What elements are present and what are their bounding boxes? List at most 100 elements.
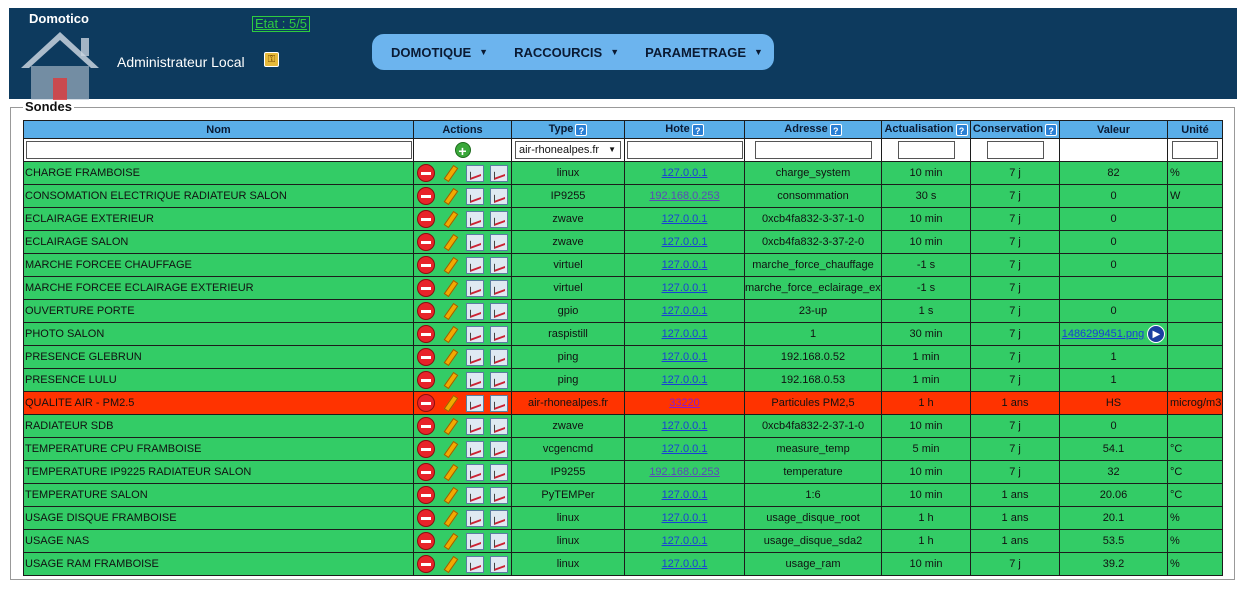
chart-icon[interactable] bbox=[465, 532, 484, 550]
chart-icon[interactable] bbox=[489, 233, 508, 251]
hote-link[interactable]: 127.0.0.1 bbox=[662, 259, 708, 271]
edit-icon[interactable] bbox=[441, 233, 459, 251]
chart-icon[interactable] bbox=[465, 325, 484, 343]
hote-link[interactable]: 127.0.0.1 bbox=[662, 374, 708, 386]
chart-icon[interactable] bbox=[489, 325, 508, 343]
nav-domotique[interactable]: DOMOTIQUE ▼ bbox=[372, 45, 488, 60]
edit-icon[interactable] bbox=[441, 256, 459, 274]
filter-type-select[interactable]: air-rhonealpes.fr ▼ bbox=[515, 141, 621, 159]
chart-icon[interactable] bbox=[465, 348, 484, 366]
delete-icon[interactable] bbox=[417, 325, 436, 343]
hote-link[interactable]: 127.0.0.1 bbox=[662, 489, 708, 501]
chart-icon[interactable] bbox=[489, 210, 508, 228]
chart-icon[interactable] bbox=[465, 302, 484, 320]
chart-icon[interactable] bbox=[465, 164, 484, 182]
delete-icon[interactable] bbox=[417, 486, 436, 504]
edit-icon[interactable] bbox=[441, 210, 459, 228]
hote-link[interactable]: 127.0.0.1 bbox=[662, 351, 708, 363]
help-icon[interactable]: ? bbox=[575, 123, 588, 136]
edit-icon[interactable] bbox=[441, 532, 459, 550]
chart-icon[interactable] bbox=[465, 463, 484, 481]
chart-icon[interactable] bbox=[465, 417, 484, 435]
edit-icon[interactable] bbox=[441, 279, 459, 297]
edit-icon[interactable] bbox=[441, 371, 459, 389]
chart-icon[interactable] bbox=[489, 486, 508, 504]
edit-icon[interactable] bbox=[441, 555, 459, 573]
chart-icon[interactable] bbox=[489, 187, 508, 205]
edit-icon[interactable] bbox=[441, 486, 459, 504]
delete-icon[interactable] bbox=[417, 302, 436, 320]
edit-icon[interactable] bbox=[441, 394, 459, 412]
delete-icon[interactable] bbox=[417, 256, 436, 274]
hote-link[interactable]: 127.0.0.1 bbox=[662, 213, 708, 225]
hote-link[interactable]: 127.0.0.1 bbox=[662, 512, 708, 524]
col-type[interactable]: Type? bbox=[511, 120, 625, 139]
delete-icon[interactable] bbox=[417, 440, 436, 458]
delete-icon[interactable] bbox=[417, 532, 436, 550]
chart-icon[interactable] bbox=[465, 394, 484, 412]
edit-icon[interactable] bbox=[441, 440, 459, 458]
col-unite[interactable]: Unité bbox=[1167, 120, 1223, 139]
hote-link[interactable]: 127.0.0.1 bbox=[662, 443, 708, 455]
edit-icon[interactable] bbox=[441, 302, 459, 320]
help-icon[interactable]: ? bbox=[691, 123, 704, 136]
chart-icon[interactable] bbox=[489, 164, 508, 182]
chart-icon[interactable] bbox=[489, 463, 508, 481]
chart-icon[interactable] bbox=[489, 417, 508, 435]
play-icon[interactable]: ▶ bbox=[1147, 325, 1166, 343]
hote-link[interactable]: 33220 bbox=[669, 397, 700, 409]
col-valeur[interactable]: Valeur bbox=[1059, 120, 1168, 139]
chart-icon[interactable] bbox=[489, 371, 508, 389]
chart-icon[interactable] bbox=[489, 394, 508, 412]
filter-actualisation-input[interactable] bbox=[897, 141, 955, 159]
help-icon[interactable]: ? bbox=[829, 123, 842, 136]
help-icon[interactable]: ? bbox=[955, 123, 968, 136]
chart-icon[interactable] bbox=[489, 256, 508, 274]
edit-icon[interactable] bbox=[441, 348, 459, 366]
chart-icon[interactable] bbox=[489, 555, 508, 573]
chart-icon[interactable] bbox=[465, 509, 484, 527]
chart-icon[interactable] bbox=[489, 509, 508, 527]
chart-icon[interactable] bbox=[465, 187, 484, 205]
chart-icon[interactable] bbox=[489, 532, 508, 550]
chart-icon[interactable] bbox=[489, 440, 508, 458]
delete-icon[interactable] bbox=[417, 233, 436, 251]
add-icon[interactable]: + bbox=[454, 141, 471, 159]
hote-link[interactable]: 127.0.0.1 bbox=[662, 328, 708, 340]
key-icon[interactable]: ⚿ bbox=[264, 52, 279, 67]
hote-link[interactable]: 127.0.0.1 bbox=[662, 236, 708, 248]
chart-icon[interactable] bbox=[465, 440, 484, 458]
edit-icon[interactable] bbox=[441, 509, 459, 527]
edit-icon[interactable] bbox=[441, 417, 459, 435]
delete-icon[interactable] bbox=[417, 279, 436, 297]
hote-link[interactable]: 192.168.0.253 bbox=[649, 466, 719, 478]
valeur-link[interactable]: 1486299451.png bbox=[1062, 328, 1145, 340]
filter-hote-input[interactable] bbox=[626, 141, 743, 159]
filter-nom-input[interactable] bbox=[25, 141, 412, 159]
edit-icon[interactable] bbox=[441, 187, 459, 205]
col-nom[interactable]: Nom bbox=[23, 120, 414, 139]
col-adresse[interactable]: Adresse? bbox=[744, 120, 882, 139]
col-hote[interactable]: Hote? bbox=[624, 120, 745, 139]
delete-icon[interactable] bbox=[417, 463, 436, 481]
chart-icon[interactable] bbox=[465, 555, 484, 573]
delete-icon[interactable] bbox=[417, 394, 436, 412]
chart-icon[interactable] bbox=[465, 233, 484, 251]
hote-link[interactable]: 127.0.0.1 bbox=[662, 420, 708, 432]
chart-icon[interactable] bbox=[465, 371, 484, 389]
delete-icon[interactable] bbox=[417, 555, 436, 573]
chart-icon[interactable] bbox=[465, 279, 484, 297]
chart-icon[interactable] bbox=[489, 348, 508, 366]
delete-icon[interactable] bbox=[417, 348, 436, 366]
col-actualisation[interactable]: Actualisation? bbox=[881, 120, 971, 139]
hote-link[interactable]: 192.168.0.253 bbox=[649, 190, 719, 202]
edit-icon[interactable] bbox=[441, 164, 459, 182]
delete-icon[interactable] bbox=[417, 210, 436, 228]
chart-icon[interactable] bbox=[465, 486, 484, 504]
etat-status-link[interactable]: Etat : 5/5 bbox=[252, 16, 311, 32]
hote-link[interactable]: 127.0.0.1 bbox=[662, 282, 708, 294]
chart-icon[interactable] bbox=[465, 210, 484, 228]
filter-unite-input[interactable] bbox=[1172, 141, 1218, 159]
hote-link[interactable]: 127.0.0.1 bbox=[662, 558, 708, 570]
chart-icon[interactable] bbox=[465, 256, 484, 274]
